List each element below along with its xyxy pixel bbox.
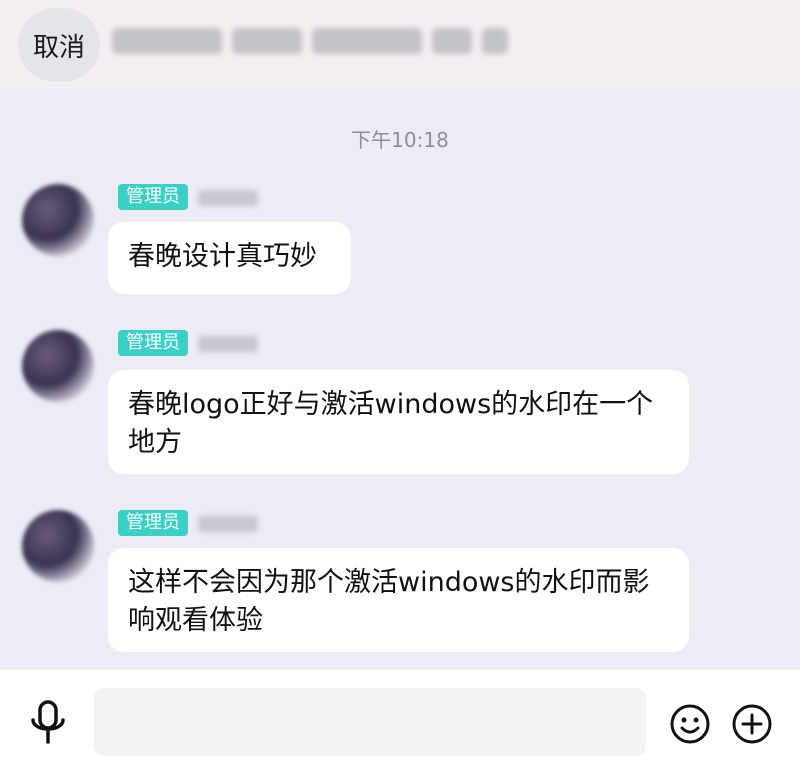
avatar[interactable] <box>22 184 94 256</box>
admin-badge: 管理员 <box>118 510 188 536</box>
chat-area[interactable]: 下午10:18 管理员 春晚设计真巧妙 管理员 春晚logo正好与激活windo… <box>0 88 800 670</box>
blurred-nickname <box>198 336 258 352</box>
message-bubble[interactable]: 春晚设计真巧妙 <box>108 222 351 294</box>
avatar[interactable] <box>22 510 94 582</box>
smiley-icon[interactable] <box>668 702 712 746</box>
message-bubble[interactable]: 春晚logo正好与激活windows的水印在一个地方 <box>108 370 689 474</box>
plus-circle-icon[interactable] <box>730 702 774 746</box>
admin-badge: 管理员 <box>118 184 188 210</box>
admin-badge: 管理员 <box>118 330 188 356</box>
blurred-nickname <box>198 190 258 206</box>
message-input[interactable] <box>94 688 646 756</box>
message-bubble[interactable]: 这样不会因为那个激活windows的水印而影响观看体验 <box>108 548 689 652</box>
blurred-title <box>112 28 508 54</box>
top-bar: 取消 <box>0 0 800 88</box>
cancel-button[interactable]: 取消 <box>18 8 100 82</box>
microphone-icon[interactable] <box>28 700 68 746</box>
input-bar <box>0 670 800 774</box>
blurred-nickname <box>198 516 258 532</box>
message-timestamp: 下午10:18 <box>351 128 449 152</box>
avatar[interactable] <box>22 330 94 402</box>
